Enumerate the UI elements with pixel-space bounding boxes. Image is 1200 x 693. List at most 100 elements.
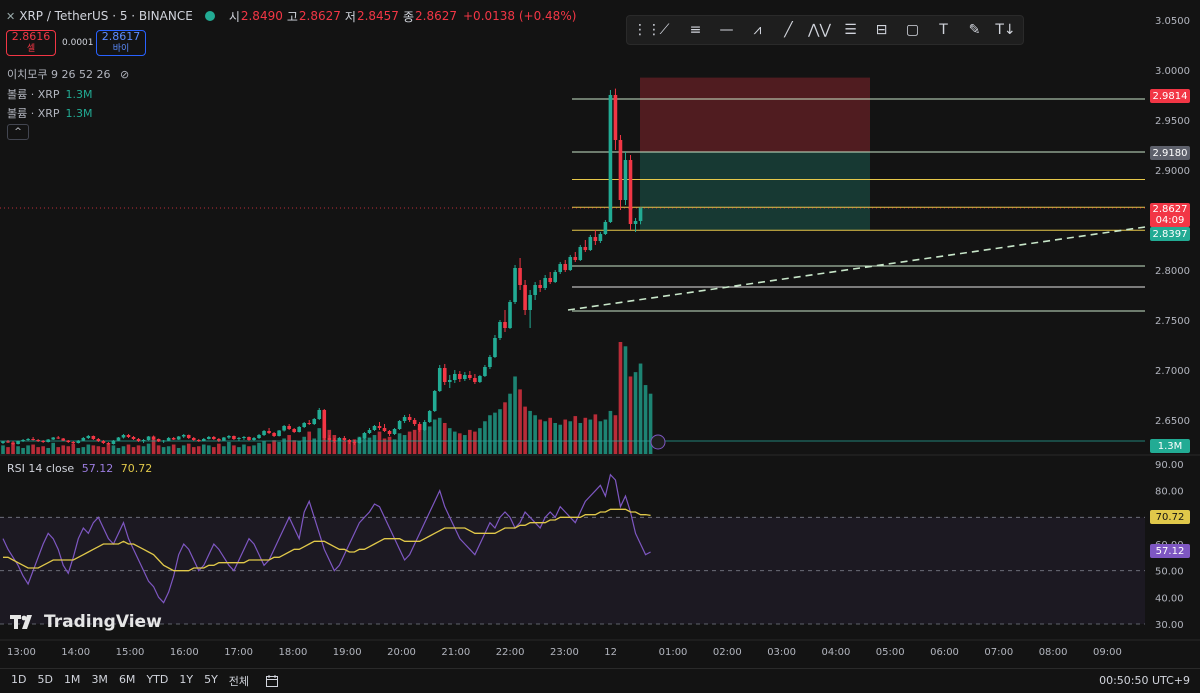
candle-body bbox=[146, 436, 151, 440]
range-button-6M[interactable]: 6M bbox=[119, 673, 136, 689]
volume-bar bbox=[493, 412, 497, 454]
eye-hidden-icon[interactable]: ⊘ bbox=[120, 68, 129, 81]
candle-body bbox=[407, 417, 412, 420]
line-icon[interactable]: ╱ bbox=[773, 17, 804, 43]
candle-body bbox=[312, 419, 317, 424]
time-tick: 09:00 bbox=[1093, 647, 1122, 658]
range-button-3M[interactable]: 3M bbox=[91, 673, 108, 689]
sell-button[interactable]: 2.8616 셀 bbox=[6, 30, 56, 56]
volume-bar bbox=[232, 445, 236, 454]
candle-body bbox=[412, 420, 417, 424]
collapse-indicators-button[interactable]: ^ bbox=[7, 124, 29, 140]
rectangle-icon[interactable]: ▢ bbox=[897, 17, 928, 43]
brush-icon[interactable]: ✎ bbox=[959, 17, 990, 43]
clock-timezone[interactable]: 00:50:50 UTC+9 bbox=[1099, 674, 1190, 687]
candle-body bbox=[262, 431, 266, 435]
time-tick: 17:00 bbox=[224, 647, 253, 658]
price-chart[interactable]: 3.05003.00002.95002.90002.85002.80002.75… bbox=[0, 0, 1200, 693]
candle-body bbox=[453, 374, 457, 380]
volume-bar bbox=[387, 436, 392, 454]
candle-body bbox=[1, 441, 5, 443]
candle-body bbox=[51, 437, 55, 440]
volume-bar bbox=[237, 447, 241, 454]
volume-2-label: 볼륨 · XRP bbox=[7, 107, 60, 120]
high-value: 2.8627 bbox=[298, 9, 341, 23]
indicator-ichimoku[interactable]: 이치모쿠 9 26 52 26 ⊘ bbox=[7, 66, 129, 82]
candle-body bbox=[347, 440, 352, 442]
candle-body bbox=[272, 433, 276, 436]
volume-bar bbox=[101, 447, 106, 454]
volume-bar bbox=[407, 431, 412, 454]
candle-body bbox=[202, 439, 206, 441]
fib-icon[interactable]: ≡ bbox=[680, 17, 711, 43]
volume-bar bbox=[196, 446, 201, 454]
candle-body bbox=[317, 410, 322, 419]
volume-bar bbox=[297, 441, 301, 454]
grip-icon[interactable]: ⋮⋮ bbox=[633, 22, 661, 38]
range-button-5Y[interactable]: 5Y bbox=[204, 673, 218, 689]
abcd-icon[interactable]: ⋀⋁ bbox=[804, 17, 835, 43]
indicator-volume-2[interactable]: 볼륨 · XRP 1.3M bbox=[7, 105, 93, 121]
volume-bar bbox=[488, 415, 492, 454]
time-tick: 20:00 bbox=[387, 647, 416, 658]
price-tick: 2.9000 bbox=[1155, 166, 1190, 177]
candle-body bbox=[508, 302, 512, 328]
range-button-1M[interactable]: 1M bbox=[64, 673, 81, 689]
price-tick: 3.0000 bbox=[1155, 66, 1190, 77]
symbol-name[interactable]: XRP / TetherUS · 5 · BINANCE bbox=[19, 9, 193, 23]
time-tick: 14:00 bbox=[61, 647, 90, 658]
volume-bar bbox=[222, 446, 226, 454]
rsi-legend[interactable]: RSI 14 close 57.12 70.72 bbox=[7, 462, 152, 475]
volume-bar bbox=[111, 445, 116, 454]
volume-bar bbox=[613, 415, 618, 454]
candle-body bbox=[352, 442, 357, 443]
range-button-1D[interactable]: 1D bbox=[11, 673, 26, 689]
parallel-icon[interactable]: ☰ bbox=[835, 17, 866, 43]
trend-icon[interactable]: ⟋ bbox=[649, 17, 680, 43]
candle-body bbox=[222, 437, 226, 441]
calendar-icon[interactable] bbox=[265, 674, 279, 688]
candle-body bbox=[563, 264, 568, 270]
candle-body bbox=[332, 440, 337, 441]
candle-body bbox=[76, 440, 81, 443]
chevron-up-icon: ^ bbox=[14, 127, 22, 137]
volume-bar bbox=[503, 402, 507, 454]
volume-bar bbox=[367, 437, 372, 454]
volume-bar bbox=[518, 389, 522, 454]
range-button-전체[interactable]: 전체 bbox=[229, 673, 249, 689]
volume-bar bbox=[533, 415, 537, 454]
candle-body bbox=[106, 443, 111, 444]
volume-bar bbox=[468, 429, 472, 454]
tradingview-logo[interactable]: TradingView bbox=[10, 612, 162, 632]
indicator-volume-1[interactable]: 볼륨 · XRP 1.3M bbox=[7, 86, 93, 102]
volume-bar bbox=[106, 443, 111, 454]
volume-bar bbox=[136, 445, 141, 454]
volume-bar bbox=[26, 445, 30, 454]
trend-line[interactable] bbox=[567, 226, 1146, 311]
range-button-5D[interactable]: 5D bbox=[37, 673, 52, 689]
rsi-label: RSI 14 close bbox=[7, 462, 75, 475]
volume-bar bbox=[588, 419, 593, 454]
candle-body bbox=[121, 435, 126, 438]
volume-bar bbox=[257, 442, 261, 454]
time-tick: 18:00 bbox=[279, 647, 308, 658]
buy-button[interactable]: 2.8617 바이 bbox=[96, 30, 146, 56]
range-button-1Y[interactable]: 1Y bbox=[179, 673, 193, 689]
candle-body bbox=[397, 421, 402, 429]
text-note-icon[interactable]: T↓ bbox=[990, 17, 1021, 43]
volume-bar bbox=[56, 447, 61, 454]
price-tick: 2.8000 bbox=[1155, 266, 1190, 277]
pattern-icon[interactable]: ⩘ bbox=[742, 17, 773, 43]
candle-body bbox=[478, 376, 482, 382]
candle-body bbox=[126, 435, 131, 437]
horizontal-line-icon[interactable]: — bbox=[711, 17, 742, 43]
volume-bar bbox=[242, 444, 246, 454]
text-icon[interactable]: T bbox=[928, 17, 959, 43]
symbol-icon[interactable]: ✕ bbox=[6, 10, 15, 23]
candle-body bbox=[458, 374, 462, 379]
candle-body bbox=[447, 380, 452, 382]
range-button-YTD[interactable]: YTD bbox=[146, 673, 168, 689]
channel-icon[interactable]: ⊟ bbox=[866, 17, 897, 43]
volume-bar bbox=[432, 419, 437, 454]
volume-bar bbox=[307, 431, 312, 454]
